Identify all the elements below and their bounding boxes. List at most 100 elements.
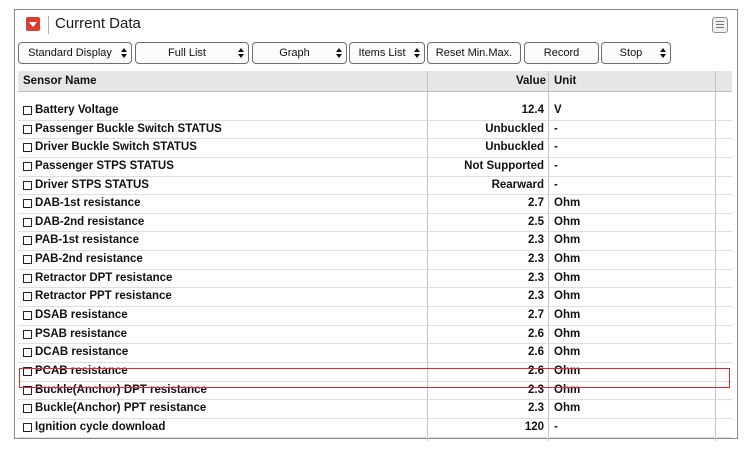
full-list-label: Full List bbox=[168, 47, 206, 59]
row-checkbox[interactable] bbox=[23, 311, 32, 321]
row-checkbox[interactable] bbox=[23, 106, 32, 115]
stop-select[interactable]: Stop bbox=[601, 42, 671, 64]
sensor-unit-cell: Ohm bbox=[554, 383, 581, 396]
sensor-name-cell: DAB-2nd resistance bbox=[35, 215, 145, 228]
row-checkbox[interactable] bbox=[23, 422, 32, 432]
sensor-unit-cell: Ohm bbox=[554, 402, 581, 415]
sensor-value-cell: 2.6 bbox=[528, 364, 544, 377]
sensor-unit-cell: - bbox=[554, 122, 558, 135]
row-checkbox[interactable] bbox=[23, 217, 32, 227]
title-bar: Current Data bbox=[15, 10, 737, 40]
sensor-unit-cell: Ohm bbox=[554, 327, 581, 340]
row-checkbox[interactable] bbox=[23, 329, 32, 339]
sensor-name-cell: Passenger Buckle Switch STATUS bbox=[35, 122, 222, 135]
table-row[interactable]: PSAB resistance 2.6 Ohm bbox=[18, 326, 732, 345]
column-header-value[interactable]: Value bbox=[427, 75, 546, 87]
sensor-name-cell: Retractor DPT resistance bbox=[35, 271, 173, 284]
table-row[interactable]: PAB-2nd resistance 2.3 Ohm bbox=[18, 251, 732, 270]
column-header-sensor-name[interactable]: Sensor Name bbox=[23, 75, 97, 87]
record-label: Record bbox=[543, 47, 580, 59]
table-row[interactable]: Buckle(Anchor) DPT resistance 2.3 Ohm bbox=[18, 382, 732, 401]
graph-select[interactable]: Graph bbox=[252, 42, 347, 64]
sensor-unit-cell: Ohm bbox=[554, 364, 581, 377]
table-row[interactable]: Battery Voltage 12.4 V bbox=[18, 102, 732, 121]
table-row[interactable]: Driver Buckle Switch STATUS Unbuckled - bbox=[18, 139, 732, 158]
row-checkbox[interactable] bbox=[23, 348, 32, 358]
items-list-select[interactable]: Items List bbox=[349, 42, 425, 64]
sensor-unit-cell: - bbox=[554, 159, 558, 172]
reset-min-max-button[interactable]: Reset Min.Max. bbox=[427, 42, 521, 64]
row-checkbox[interactable] bbox=[23, 199, 32, 209]
row-checkbox[interactable] bbox=[23, 273, 32, 283]
table-row[interactable]: Passenger STPS STATUS Not Supported - bbox=[18, 158, 732, 177]
standard-display-label: Standard Display bbox=[28, 47, 112, 59]
spin-arrows-icon bbox=[660, 48, 666, 58]
row-checkbox[interactable] bbox=[23, 161, 32, 171]
table-row[interactable]: Buckle(Anchor) PPT resistance 2.3 Ohm bbox=[18, 400, 732, 419]
sensor-unit-cell: Ohm bbox=[554, 197, 581, 210]
sensor-value-cell: 2.3 bbox=[528, 402, 544, 415]
grid-rows: Battery Voltage 12.4 V Passenger Buckle Swi… bbox=[18, 102, 732, 438]
sensor-name-cell: Retractor PPT resistance bbox=[35, 290, 172, 303]
sensor-value-cell: Unbuckled bbox=[485, 122, 544, 135]
table-row[interactable]: DAB-2nd resistance 2.5 Ohm bbox=[18, 214, 732, 233]
sensor-value-cell: Not Supported bbox=[464, 159, 544, 172]
grid-header: Sensor Name Value Unit bbox=[18, 71, 732, 92]
sensor-name-cell: DAB-1st resistance bbox=[35, 197, 141, 210]
standard-display-select[interactable]: Standard Display bbox=[18, 42, 132, 64]
record-button[interactable]: Record bbox=[524, 42, 599, 64]
sensor-value-cell: 120 bbox=[524, 420, 544, 433]
sensor-unit-cell: - bbox=[554, 178, 558, 191]
sensor-value-cell: 12.4 bbox=[521, 104, 544, 116]
sensor-unit-cell: Ohm bbox=[554, 309, 581, 322]
row-checkbox[interactable] bbox=[23, 292, 32, 302]
table-row[interactable]: DSAB resistance 2.7 Ohm bbox=[18, 307, 732, 326]
sensor-value-cell: 2.3 bbox=[528, 290, 544, 303]
row-checkbox[interactable] bbox=[23, 404, 32, 414]
sensor-name-cell: Ignition cycle download bbox=[35, 420, 166, 433]
table-row[interactable]: PAB-1st resistance 2.3 Ohm bbox=[18, 232, 732, 252]
table-row[interactable]: Ignition cycle download 120- bbox=[18, 419, 732, 438]
sensor-value-cell: Rearward bbox=[491, 178, 544, 191]
spin-arrows-icon bbox=[121, 48, 127, 58]
table-row[interactable]: Retractor DPT resistance 2.3 Ohm bbox=[18, 270, 732, 289]
sensor-value-cell: 2.6 bbox=[528, 346, 544, 359]
sensor-name-cell: PAB-1st resistance bbox=[35, 234, 139, 247]
sensor-name-cell: PSAB resistance bbox=[35, 327, 128, 340]
table-row[interactable]: PCAB resistance 2.6 Ohm bbox=[18, 363, 732, 382]
window-title: Current Data bbox=[55, 15, 141, 32]
toolbar: Standard Display Full List Graph Items L… bbox=[15, 42, 737, 66]
graph-label: Graph bbox=[279, 47, 310, 59]
row-checkbox[interactable] bbox=[23, 255, 32, 265]
sensor-unit-cell: - bbox=[554, 420, 558, 433]
sensor-unit-cell: Ohm bbox=[554, 290, 581, 303]
table-row[interactable]: Passenger Buckle Switch STATUS Unbuckled - bbox=[18, 121, 732, 140]
sensor-value-cell: 2.3 bbox=[528, 271, 544, 284]
table-row[interactable]: Driver STPS STATUS Rearward - bbox=[18, 177, 732, 196]
sensor-unit-cell: V bbox=[554, 104, 562, 116]
sensor-name-cell: PAB-2nd resistance bbox=[35, 253, 143, 266]
table-row[interactable]: Retractor PPT resistance 2.3 Ohm bbox=[18, 288, 732, 308]
list-menu-icon[interactable] bbox=[712, 17, 728, 33]
sensor-name-cell: Driver Buckle Switch STATUS bbox=[35, 141, 197, 154]
row-checkbox[interactable] bbox=[23, 180, 32, 190]
row-checkbox[interactable] bbox=[23, 236, 32, 246]
spin-arrows-icon bbox=[238, 48, 244, 58]
sensor-name-cell: Driver STPS STATUS bbox=[35, 178, 149, 191]
table-row[interactable]: DAB-1st resistance 2.7 Ohm bbox=[18, 195, 732, 214]
dropdown-arrow-icon[interactable] bbox=[26, 17, 40, 31]
row-checkbox[interactable] bbox=[23, 124, 32, 134]
title-separator bbox=[48, 16, 49, 34]
table-row[interactable]: DCAB resistance 2.6 Ohm bbox=[18, 344, 732, 363]
sensor-name-cell: DSAB resistance bbox=[35, 309, 128, 322]
row-checkbox[interactable] bbox=[23, 385, 32, 395]
column-header-unit[interactable]: Unit bbox=[554, 75, 576, 87]
row-checkbox[interactable] bbox=[23, 143, 32, 153]
full-list-select[interactable]: Full List bbox=[135, 42, 249, 64]
row-checkbox[interactable] bbox=[23, 366, 32, 376]
spin-arrows-icon bbox=[414, 48, 420, 58]
stop-label: Stop bbox=[619, 47, 643, 59]
sensor-value-cell: Unbuckled bbox=[485, 141, 544, 154]
spin-arrows-icon bbox=[336, 48, 342, 58]
items-list-label: Items List bbox=[358, 47, 406, 59]
